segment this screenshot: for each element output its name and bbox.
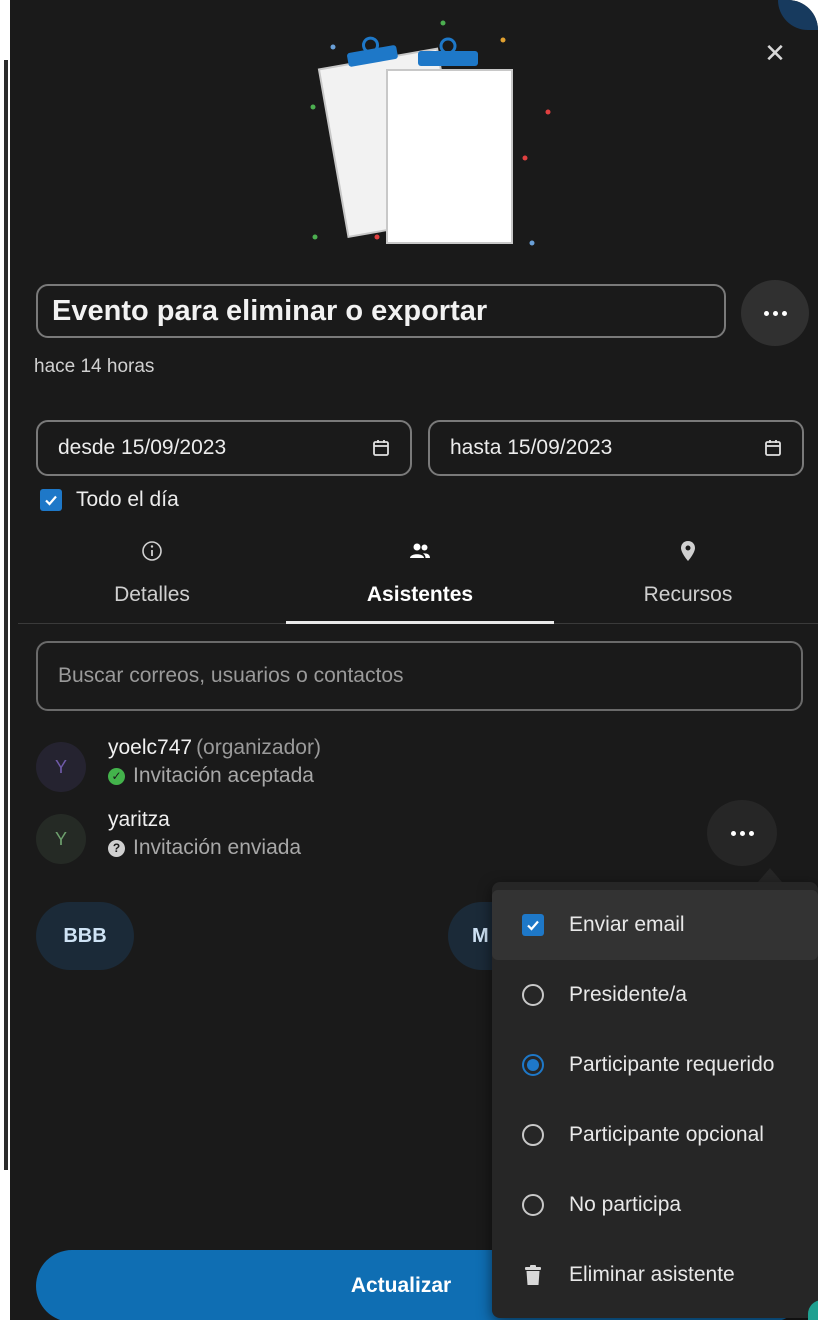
date-from-text: desde 15/09/2023 — [58, 436, 227, 459]
menu-item-label: Participante opcional — [569, 1123, 764, 1146]
checkmark-icon — [527, 920, 539, 931]
attendee-row[interactable]: Y yaritza ? Invitación enviada — [36, 808, 806, 868]
attendee-name: yoelc747 (organizador) — [108, 736, 321, 760]
attendee-search-input[interactable] — [36, 641, 803, 711]
event-title-field[interactable]: Evento para eliminar o exportar — [36, 284, 726, 338]
last-modified-text: hace 14 horas — [34, 356, 155, 377]
attendee-status: ? Invitación enviada — [108, 836, 301, 860]
corner-accent — [778, 0, 818, 30]
attendee-context-menu: Enviar email Presidente/a Participante r… — [492, 882, 818, 1318]
event-title: Evento para eliminar o exportar — [52, 294, 488, 327]
tab-details-label: Detalles — [114, 583, 190, 606]
event-panel: ✕ Evento para eliminar o exportar hace 1… — [10, 0, 818, 1320]
menu-item-send-email[interactable]: Enviar email — [492, 890, 818, 960]
info-icon — [142, 541, 162, 561]
all-day-checkbox[interactable] — [40, 489, 62, 511]
close-icon[interactable]: ✕ — [760, 38, 790, 68]
optional-participant-radio[interactable] — [522, 1124, 544, 1146]
menu-item-optional-participant[interactable]: Participante opcional — [492, 1100, 818, 1170]
checkmark-icon — [45, 495, 57, 506]
menu-item-remove-attendee[interactable]: Eliminar asistente — [492, 1240, 818, 1310]
menu-item-label: Enviar email — [569, 913, 685, 936]
attendee-status-text: Invitación enviada — [133, 836, 302, 859]
send-email-checkbox[interactable] — [522, 914, 544, 936]
more-horizontal-icon — [730, 830, 754, 836]
calendar-icon[interactable] — [764, 439, 782, 457]
trash-icon — [525, 1265, 541, 1285]
menu-item-label: No participa — [569, 1193, 682, 1216]
date-to-field[interactable]: hasta 15/09/2023 — [428, 420, 804, 476]
attendee-username: yoelc747 — [108, 736, 193, 759]
attendee-more-button[interactable] — [707, 800, 777, 866]
attendee-status-text: Invitación aceptada — [133, 764, 314, 787]
date-to-text: hasta 15/09/2023 — [450, 436, 613, 459]
tab-attendees[interactable]: Asistentes — [286, 535, 554, 623]
question-circle-icon: ? — [108, 839, 125, 857]
calendar-icon[interactable] — [372, 439, 390, 457]
people-icon — [410, 543, 430, 558]
menu-item-label: Participante requerido — [569, 1053, 775, 1076]
location-pin-icon — [681, 541, 695, 561]
menu-caret — [758, 868, 782, 882]
tab-resources-label: Recursos — [643, 583, 733, 606]
menu-item-non-participant[interactable]: No participa — [492, 1170, 818, 1240]
active-tab-indicator — [286, 621, 554, 624]
tab-resources[interactable]: Recursos — [554, 535, 818, 623]
resource-chip[interactable]: BBB — [36, 902, 134, 970]
menu-item-chair[interactable]: Presidente/a — [492, 960, 818, 1030]
attendee-name: yaritza — [108, 808, 170, 832]
menu-item-required-participant[interactable]: Participante requerido — [492, 1030, 818, 1100]
window-left-edge — [0, 0, 10, 1325]
date-from-field[interactable]: desde 15/09/2023 — [36, 420, 412, 476]
menu-item-label: Presidente/a — [569, 983, 687, 1006]
avatar: Y — [36, 814, 86, 864]
attendee-row[interactable]: Y yoelc747 (organizador) ✓ Invitación ace… — [36, 736, 806, 796]
title-more-button[interactable] — [741, 280, 809, 346]
all-day-label: Todo el día — [76, 488, 179, 511]
menu-item-label: Eliminar asistente — [569, 1263, 735, 1286]
tab-attendees-label: Asistentes — [366, 583, 474, 606]
attendee-status: ✓ Invitación aceptada — [108, 764, 314, 788]
check-circle-icon: ✓ — [108, 767, 125, 785]
attendee-role: (organizador) — [196, 736, 321, 759]
more-horizontal-icon — [763, 310, 787, 316]
all-day-option[interactable]: Todo el día — [40, 488, 179, 512]
clipboard-illustration — [310, 20, 551, 246]
tab-details[interactable]: Detalles — [18, 535, 286, 623]
non-participant-radio[interactable] — [522, 1194, 544, 1216]
avatar: Y — [36, 742, 86, 792]
attendee-username: yaritza — [108, 808, 170, 831]
required-participant-radio[interactable] — [522, 1054, 544, 1076]
chair-radio[interactable] — [522, 984, 544, 1006]
